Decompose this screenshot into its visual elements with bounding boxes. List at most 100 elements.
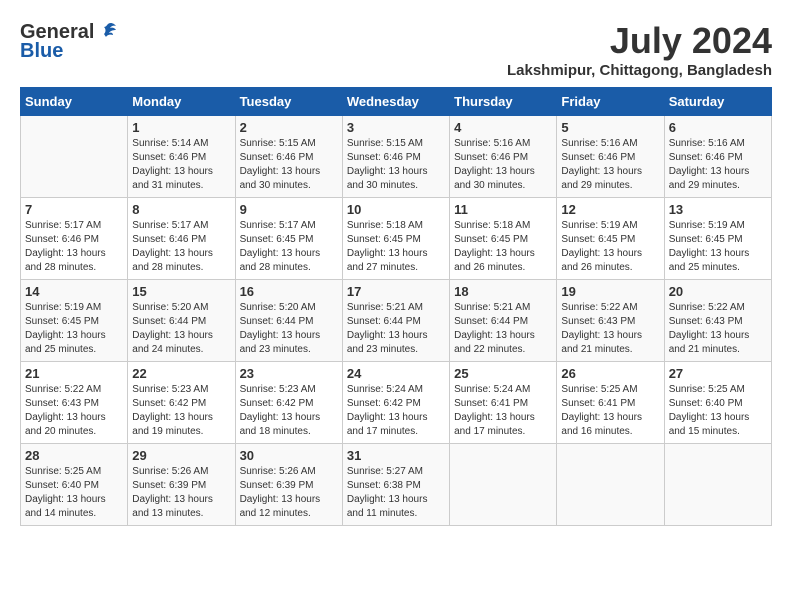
calendar-cell: 24 Sunrise: 5:24 AM Sunset: 6:42 PM Dayli… (342, 362, 449, 444)
calendar-cell: 18Sunrise: 5:21 AM Sunset: 6:44 PM Dayli… (450, 280, 557, 362)
month-year-title: July 2024 (507, 20, 772, 62)
calendar-cell: 2 Sunrise: 5:15 AM Sunset: 6:46 PM Daylig… (235, 116, 342, 198)
calendar-cell: 7 Sunrise: 5:17 AM Sunset: 6:46 PM Daylig… (21, 198, 128, 280)
day-number: 9 (240, 202, 338, 217)
day-number: 20 (669, 284, 767, 299)
day-detail: Sunrise: 5:26 AM Sunset: 6:39 PM Dayligh… (240, 465, 338, 521)
day-detail: Sunrise: 5:19 AM Sunset: 6:45 PM Dayligh… (25, 301, 123, 357)
day-detail: Sunrise: 5:20 AM Sunset: 6:44 PM Dayligh… (132, 301, 230, 357)
day-detail: Sunrise: 5:16 AM Sunset: 6:46 PM Dayligh… (454, 137, 552, 193)
day-detail: Sunrise: 5:17 AM Sunset: 6:46 PM Dayligh… (25, 219, 123, 275)
day-detail: Sunrise: 5:17 AM Sunset: 6:46 PM Dayligh… (132, 219, 230, 275)
title-area: July 2024 Lakshmipur, Chittagong, Bangla… (507, 20, 772, 79)
day-of-week-thursday: Thursday (450, 88, 557, 116)
calendar-cell: 14 Sunrise: 5:19 AM Sunset: 6:45 PM Dayli… (21, 280, 128, 362)
day-number: 1 (132, 120, 230, 135)
day-detail: Sunrise: 5:26 AM Sunset: 6:39 PM Dayligh… (132, 465, 230, 521)
calendar-cell: 6 Sunrise: 5:16 AM Sunset: 6:46 PM Daylig… (664, 116, 771, 198)
calendar-week-5: 28 Sunrise: 5:25 AM Sunset: 6:40 PM Dayli… (21, 444, 772, 526)
calendar-cell: 30Sunrise: 5:26 AM Sunset: 6:39 PM Dayli… (235, 444, 342, 526)
day-detail: Sunrise: 5:25 AM Sunset: 6:41 PM Dayligh… (561, 383, 659, 439)
day-number: 19 (561, 284, 659, 299)
calendar-cell: 23 Sunrise: 5:23 AM Sunset: 6:42 PM Dayli… (235, 362, 342, 444)
day-number: 31 (347, 448, 445, 463)
calendar-cell: 9 Sunrise: 5:17 AM Sunset: 6:45 PM Daylig… (235, 198, 342, 280)
calendar-cell: 20 Sunrise: 5:22 AM Sunset: 6:43 PM Dayli… (664, 280, 771, 362)
day-number: 22 (132, 366, 230, 381)
calendar-week-4: 21 Sunrise: 5:22 AM Sunset: 6:43 PM Dayli… (21, 362, 772, 444)
logo: General Blue (20, 20, 120, 63)
calendar-cell: 19 Sunrise: 5:22 AM Sunset: 6:43 PM Dayli… (557, 280, 664, 362)
day-detail: Sunrise: 5:19 AM Sunset: 6:45 PM Dayligh… (669, 219, 767, 275)
day-number: 7 (25, 202, 123, 217)
calendar-cell (21, 116, 128, 198)
calendar-table: SundayMondayTuesdayWednesdayThursdayFrid… (20, 87, 772, 526)
day-number: 21 (25, 366, 123, 381)
calendar-week-3: 14 Sunrise: 5:19 AM Sunset: 6:45 PM Dayli… (21, 280, 772, 362)
day-number: 11 (454, 202, 552, 217)
day-of-week-saturday: Saturday (664, 88, 771, 116)
calendar-cell: 10Sunrise: 5:18 AM Sunset: 6:45 PM Dayli… (342, 198, 449, 280)
calendar-cell: 21 Sunrise: 5:22 AM Sunset: 6:43 PM Dayli… (21, 362, 128, 444)
day-detail: Sunrise: 5:24 AM Sunset: 6:42 PM Dayligh… (347, 383, 445, 439)
day-number: 12 (561, 202, 659, 217)
day-detail: Sunrise: 5:15 AM Sunset: 6:46 PM Dayligh… (240, 137, 338, 193)
day-number: 17 (347, 284, 445, 299)
day-number: 14 (25, 284, 123, 299)
calendar-cell: 3Sunrise: 5:15 AM Sunset: 6:46 PM Daylig… (342, 116, 449, 198)
logo-blue-text: Blue (20, 40, 63, 63)
day-detail: Sunrise: 5:17 AM Sunset: 6:45 PM Dayligh… (240, 219, 338, 275)
calendar-cell: 25 Sunrise: 5:24 AM Sunset: 6:41 PM Dayli… (450, 362, 557, 444)
calendar-week-1: 1Sunrise: 5:14 AM Sunset: 6:46 PM Daylig… (21, 116, 772, 198)
day-number: 3 (347, 120, 445, 135)
day-detail: Sunrise: 5:21 AM Sunset: 6:44 PM Dayligh… (347, 301, 445, 357)
day-number: 2 (240, 120, 338, 135)
day-detail: Sunrise: 5:19 AM Sunset: 6:45 PM Dayligh… (561, 219, 659, 275)
calendar-cell: 15Sunrise: 5:20 AM Sunset: 6:44 PM Dayli… (128, 280, 235, 362)
calendar-cell: 13Sunrise: 5:19 AM Sunset: 6:45 PM Dayli… (664, 198, 771, 280)
day-number: 6 (669, 120, 767, 135)
day-detail: Sunrise: 5:22 AM Sunset: 6:43 PM Dayligh… (25, 383, 123, 439)
day-of-week-tuesday: Tuesday (235, 88, 342, 116)
day-number: 28 (25, 448, 123, 463)
days-of-week-row: SundayMondayTuesdayWednesdayThursdayFrid… (21, 88, 772, 116)
day-number: 16 (240, 284, 338, 299)
day-number: 8 (132, 202, 230, 217)
day-of-week-friday: Friday (557, 88, 664, 116)
calendar-cell: 16 Sunrise: 5:20 AM Sunset: 6:44 PM Dayli… (235, 280, 342, 362)
day-detail: Sunrise: 5:18 AM Sunset: 6:45 PM Dayligh… (454, 219, 552, 275)
calendar-cell: 1Sunrise: 5:14 AM Sunset: 6:46 PM Daylig… (128, 116, 235, 198)
calendar-cell (557, 444, 664, 526)
logo-bird-icon (96, 20, 120, 44)
day-detail: Sunrise: 5:20 AM Sunset: 6:44 PM Dayligh… (240, 301, 338, 357)
day-detail: Sunrise: 5:23 AM Sunset: 6:42 PM Dayligh… (240, 383, 338, 439)
location-subtitle: Lakshmipur, Chittagong, Bangladesh (507, 62, 772, 79)
calendar-cell: 11 Sunrise: 5:18 AM Sunset: 6:45 PM Dayli… (450, 198, 557, 280)
day-detail: Sunrise: 5:25 AM Sunset: 6:40 PM Dayligh… (25, 465, 123, 521)
day-of-week-sunday: Sunday (21, 88, 128, 116)
calendar-cell: 12 Sunrise: 5:19 AM Sunset: 6:45 PM Dayli… (557, 198, 664, 280)
day-detail: Sunrise: 5:18 AM Sunset: 6:45 PM Dayligh… (347, 219, 445, 275)
day-detail: Sunrise: 5:24 AM Sunset: 6:41 PM Dayligh… (454, 383, 552, 439)
calendar-cell: 31Sunrise: 5:27 AM Sunset: 6:38 PM Dayli… (342, 444, 449, 526)
day-detail: Sunrise: 5:22 AM Sunset: 6:43 PM Dayligh… (669, 301, 767, 357)
calendar-cell: 28 Sunrise: 5:25 AM Sunset: 6:40 PM Dayli… (21, 444, 128, 526)
day-detail: Sunrise: 5:16 AM Sunset: 6:46 PM Dayligh… (669, 137, 767, 193)
day-number: 23 (240, 366, 338, 381)
day-number: 25 (454, 366, 552, 381)
calendar-week-2: 7 Sunrise: 5:17 AM Sunset: 6:46 PM Daylig… (21, 198, 772, 280)
calendar-cell: 5 Sunrise: 5:16 AM Sunset: 6:46 PM Daylig… (557, 116, 664, 198)
day-number: 4 (454, 120, 552, 135)
day-detail: Sunrise: 5:16 AM Sunset: 6:46 PM Dayligh… (561, 137, 659, 193)
calendar-cell (450, 444, 557, 526)
day-number: 24 (347, 366, 445, 381)
day-number: 5 (561, 120, 659, 135)
calendar-cell (664, 444, 771, 526)
calendar-cell: 8 Sunrise: 5:17 AM Sunset: 6:46 PM Daylig… (128, 198, 235, 280)
calendar-cell: 4 Sunrise: 5:16 AM Sunset: 6:46 PM Daylig… (450, 116, 557, 198)
calendar-cell: 22Sunrise: 5:23 AM Sunset: 6:42 PM Dayli… (128, 362, 235, 444)
day-detail: Sunrise: 5:21 AM Sunset: 6:44 PM Dayligh… (454, 301, 552, 357)
day-detail: Sunrise: 5:22 AM Sunset: 6:43 PM Dayligh… (561, 301, 659, 357)
day-number: 27 (669, 366, 767, 381)
calendar-cell: 17 Sunrise: 5:21 AM Sunset: 6:44 PM Dayli… (342, 280, 449, 362)
